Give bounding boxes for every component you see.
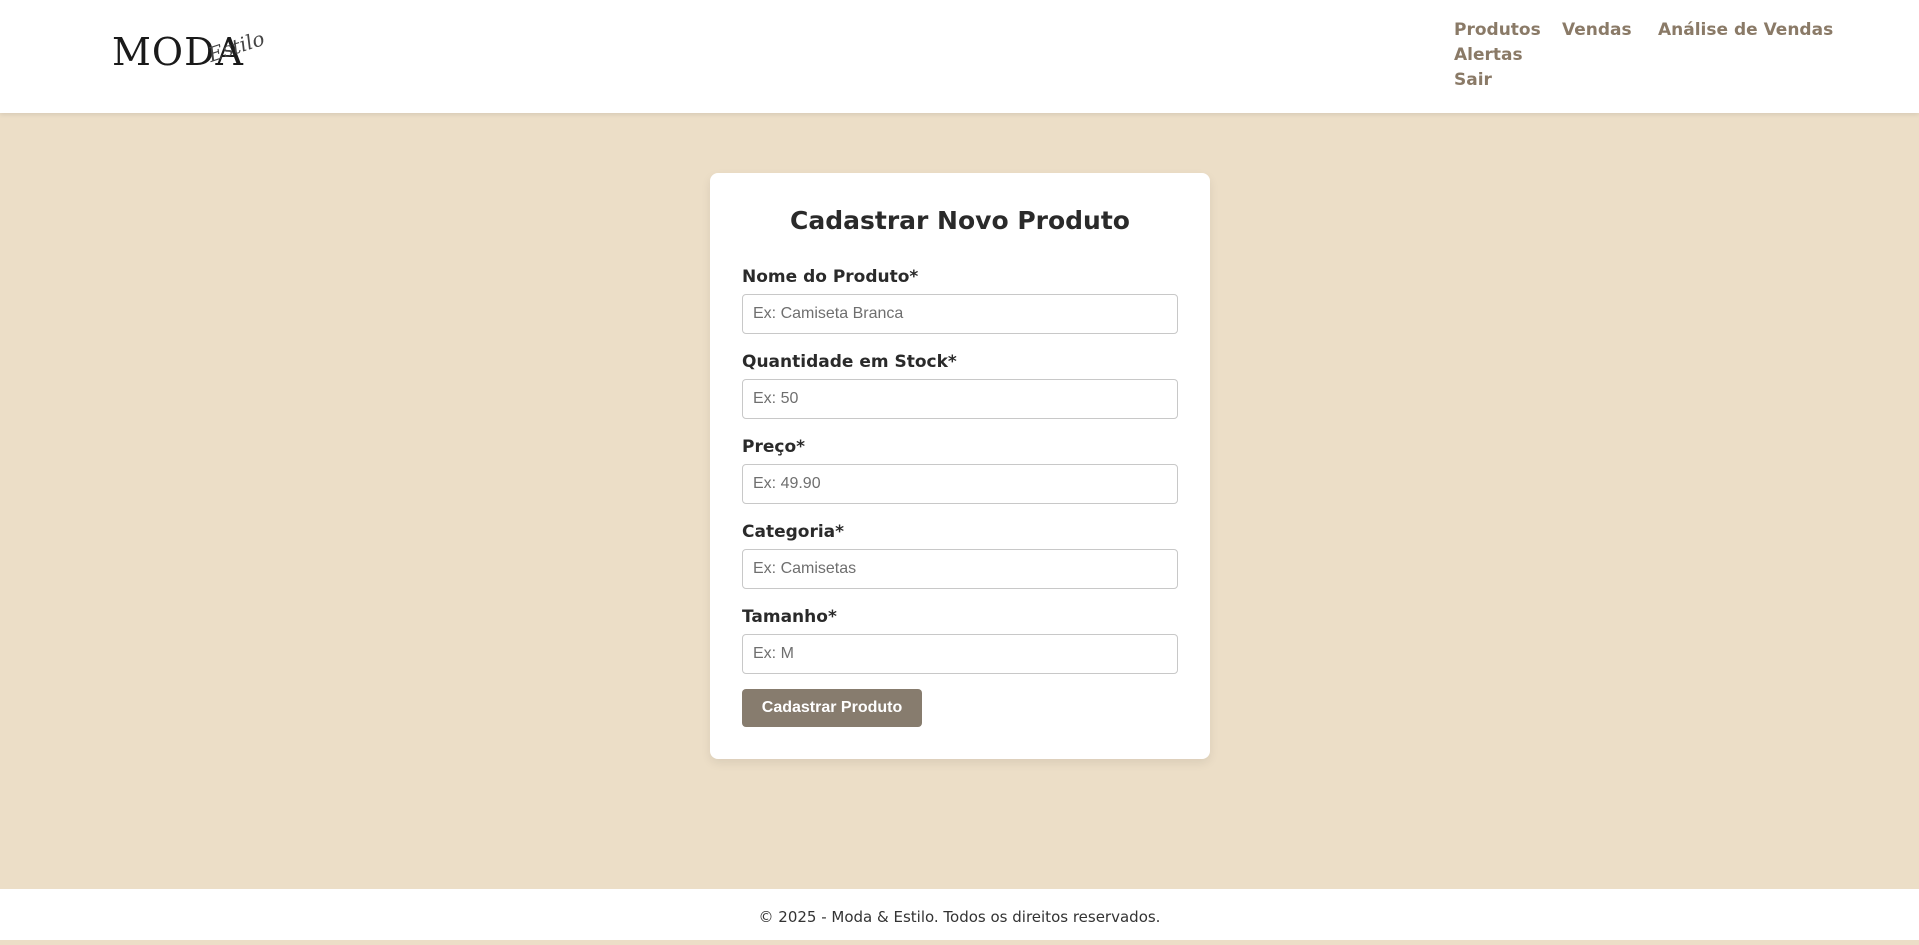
brand-logo[interactable]: MODA Estilo xyxy=(112,26,267,80)
category-label: Categoria* xyxy=(742,522,845,542)
size-label: Tamanho* xyxy=(742,607,837,627)
stock-quantity-label: Quantidade em Stock* xyxy=(742,352,957,372)
nav-link-produtos[interactable]: Produtos xyxy=(1454,18,1541,43)
stock-quantity-input[interactable] xyxy=(742,379,1178,419)
price-label: Preço* xyxy=(742,437,806,457)
site-footer: © 2025 - Moda & Estilo. Todos os direito… xyxy=(0,889,1919,940)
site-header: MODA Estilo Produtos Vendas Análise de V… xyxy=(0,0,1919,113)
product-form-card: Cadastrar Novo Produto Nome do Produto* … xyxy=(710,173,1210,759)
size-input[interactable] xyxy=(742,634,1178,674)
nav-link-alertas[interactable]: Alertas xyxy=(1454,43,1523,68)
form-title: Cadastrar Novo Produto xyxy=(790,206,1130,235)
price-input[interactable] xyxy=(742,464,1178,504)
submit-product-button[interactable]: Cadastrar Produto xyxy=(742,689,922,727)
product-name-input[interactable] xyxy=(742,294,1178,334)
nav-link-analise-vendas[interactable]: Análise de Vendas xyxy=(1658,18,1833,43)
nav-link-vendas[interactable]: Vendas xyxy=(1562,18,1632,43)
category-input[interactable] xyxy=(742,549,1178,589)
footer-copyright: © 2025 - Moda & Estilo. Todos os direito… xyxy=(758,908,1161,926)
product-name-label: Nome do Produto* xyxy=(742,267,919,287)
nav-link-sair[interactable]: Sair xyxy=(1454,68,1492,93)
